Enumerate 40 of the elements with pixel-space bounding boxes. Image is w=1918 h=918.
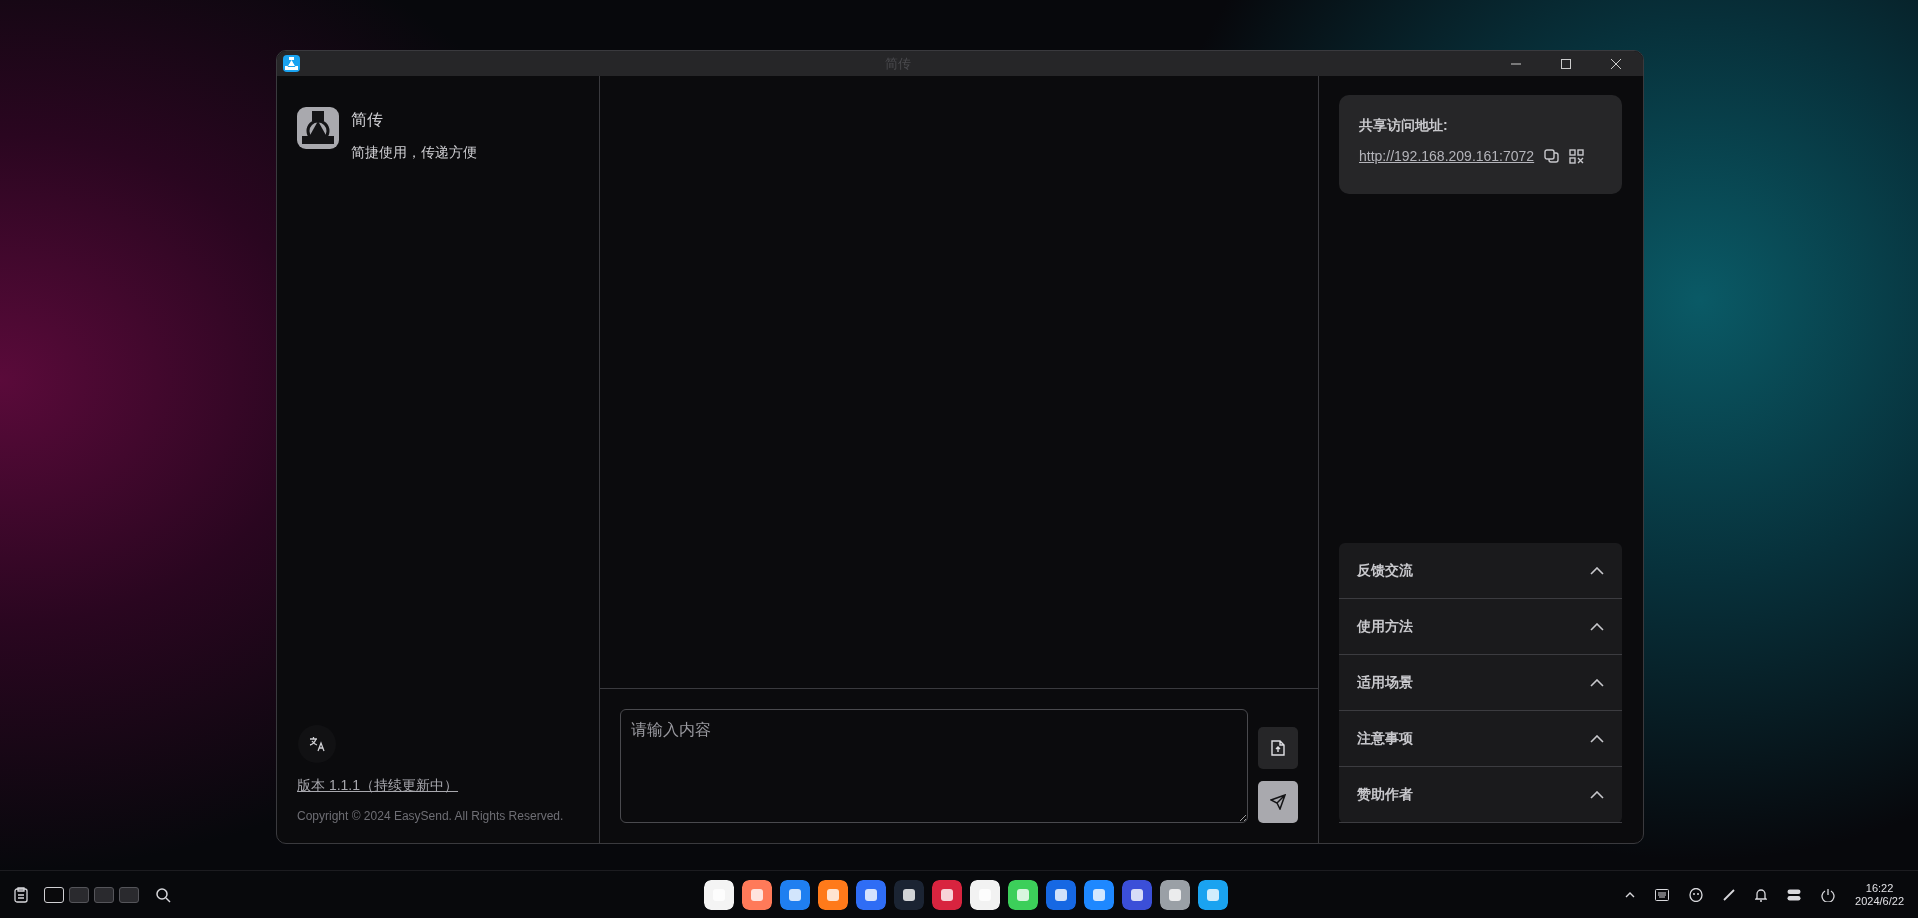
chevron-up-icon (1590, 678, 1604, 687)
app-name: 简传 (351, 110, 384, 130)
accordion-header[interactable]: 使用方法 (1339, 599, 1622, 655)
chevron-up-icon[interactable] (1625, 891, 1636, 898)
clipboard-icon[interactable] (14, 886, 28, 903)
translate-icon (309, 736, 325, 752)
clock[interactable]: 16:22 2024/6/22 (1855, 881, 1904, 908)
close-icon (1611, 58, 1621, 69)
chevron-up-icon (1590, 790, 1604, 799)
workspace-thumbnail[interactable] (69, 886, 89, 903)
send-button[interactable] (1258, 781, 1298, 823)
qr-code-icon[interactable] (1569, 148, 1585, 164)
copyright-text: Copyright © 2024 EasySend. All Rights Reserved. (297, 809, 565, 823)
maximize-icon (1561, 58, 1571, 69)
send-icon (1270, 794, 1286, 810)
share-url-link[interactable]: http://192.168.209.161:7072 (1359, 148, 1535, 164)
accordion-header[interactable]: 赞助作者 (1339, 767, 1622, 823)
accordion-header[interactable]: 反馈交流 (1339, 543, 1622, 599)
file-upload-icon (1271, 740, 1285, 756)
chevron-up-icon (1590, 566, 1604, 575)
chevron-up-icon (1590, 622, 1604, 631)
share-label: 共享访问地址: (1359, 117, 1449, 135)
workspace-thumbnail[interactable] (94, 886, 114, 903)
search-icon[interactable] (155, 886, 171, 903)
keyboard-icon[interactable] (1655, 888, 1670, 901)
app-logo-icon (283, 55, 300, 72)
bell-icon[interactable] (1755, 887, 1768, 902)
app-logo-icon (297, 107, 339, 149)
chevron-up-icon (1590, 734, 1604, 743)
power-icon[interactable] (1821, 887, 1836, 902)
workspace-thumbnail[interactable] (119, 886, 139, 903)
language-button[interactable] (298, 725, 336, 763)
copy-icon[interactable] (1544, 148, 1560, 164)
app-tagline: 简捷使用，传递方便 (351, 144, 477, 162)
upload-file-button[interactable] (1258, 727, 1298, 769)
accordion-header[interactable]: 适用场景 (1339, 655, 1622, 711)
message-input[interactable]: 请输入内容 (620, 709, 1248, 823)
toggle-switches-icon[interactable] (1787, 888, 1802, 901)
accordion-header[interactable]: 注意事项 (1339, 711, 1622, 767)
version-link[interactable]: 版本 1.1.1（持续更新中） (297, 777, 579, 795)
